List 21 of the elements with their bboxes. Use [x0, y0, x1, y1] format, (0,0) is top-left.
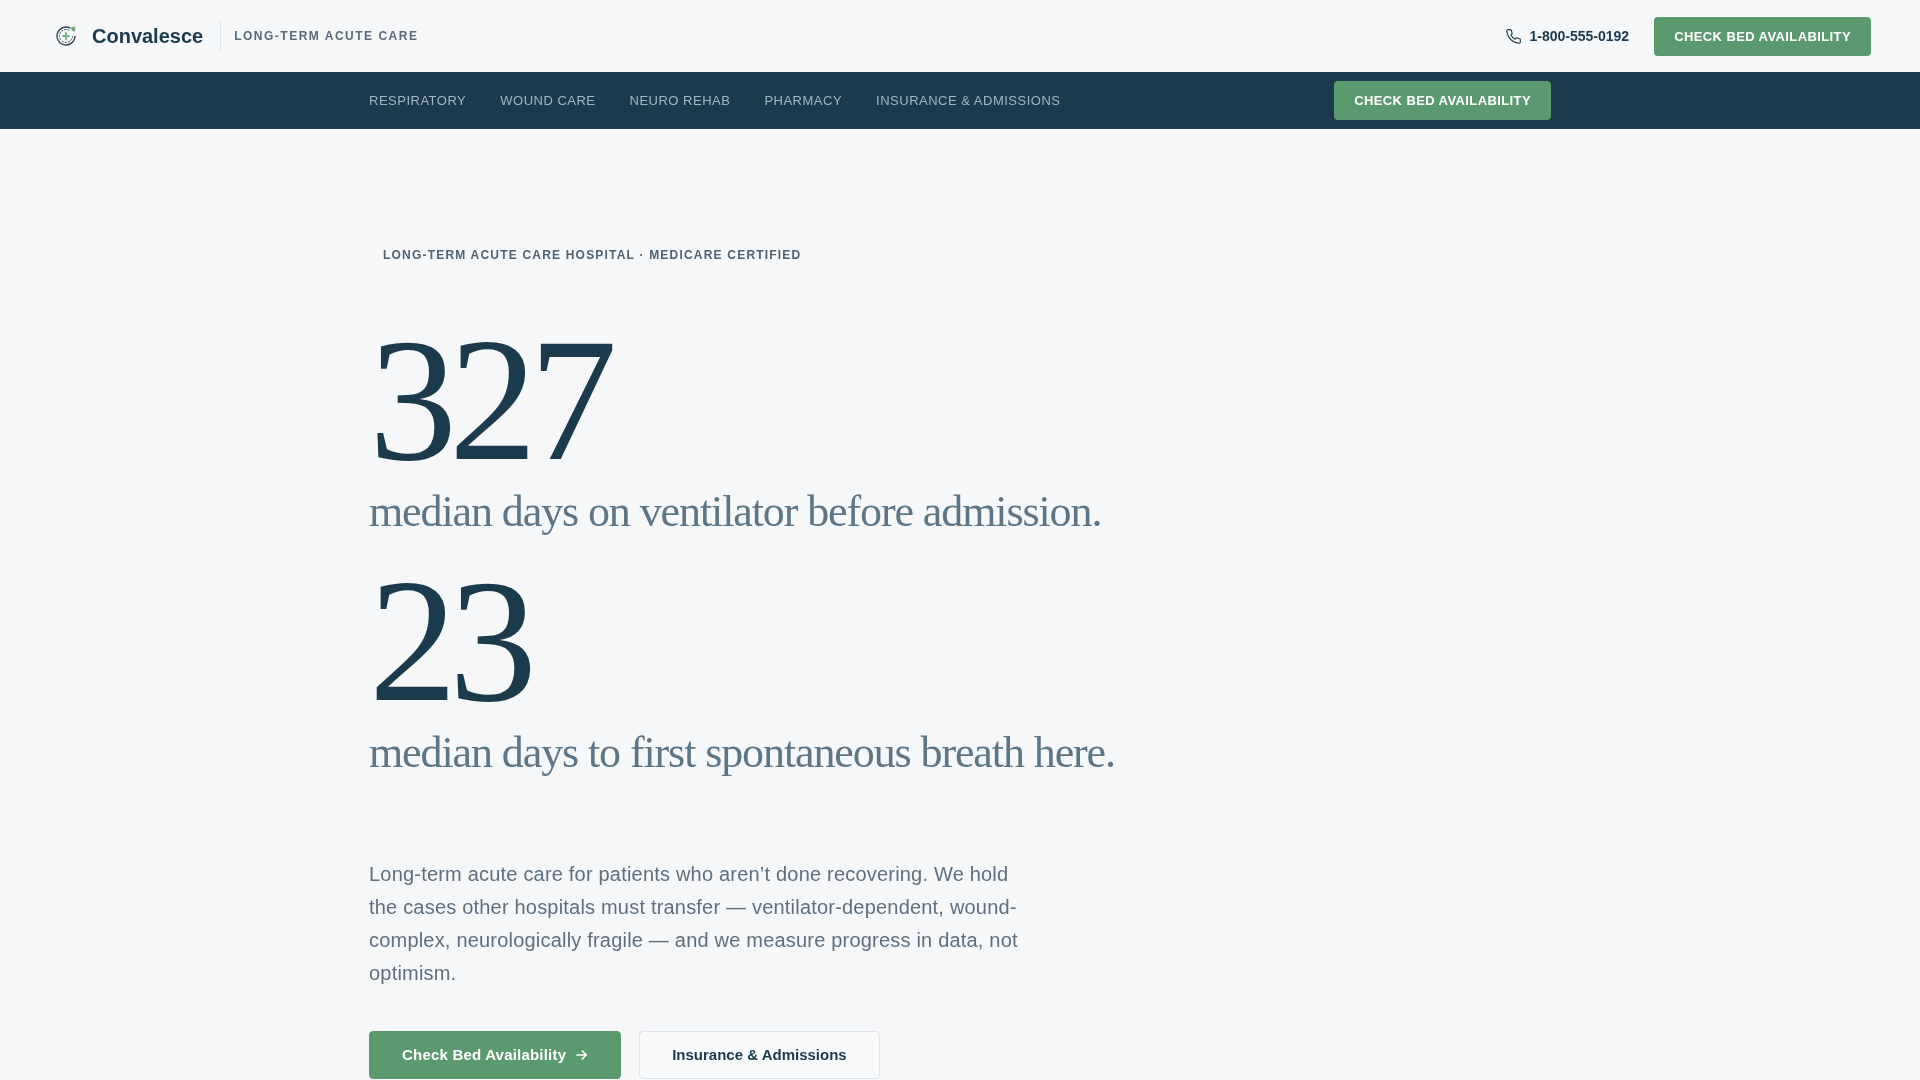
arrow-icon	[576, 1048, 589, 1061]
primary-button[interactable]: Check Bed Availability	[369, 1030, 622, 1079]
check-availability-button[interactable]: CHECK BED AVAILABILITY	[1334, 81, 1551, 120]
stat-number: 327	[369, 312, 611, 488]
nav-link[interactable]: NEURO REHAB	[629, 93, 731, 108]
nav-link[interactable]: RESPIRATORY	[369, 93, 467, 108]
nav-link[interactable]: WOUND CARE	[500, 93, 596, 108]
tagline-text: LONG-TERM ACUTE CARE	[234, 29, 419, 43]
stat-caption: median days to first spontaneous breath here.	[369, 726, 1115, 779]
stat-number: 23	[369, 552, 530, 729]
outline-button[interactable]: Insurance & Admissions	[639, 1030, 880, 1079]
brand-name: Convalesce	[92, 24, 204, 48]
phone-link[interactable]: 1-800-555-0192	[1505, 28, 1630, 44]
stat-caption: median days on ventilator before admission.	[369, 486, 1102, 538]
check-availability-button[interactable]: CHECK BED AVAILABILITY	[1654, 16, 1871, 56]
phone-icon	[1505, 28, 1521, 44]
hero-description: Long-term acute care for patients who aren’t done recovering. We hold the cases other hospitals must transfer — ventilator-dependent, wound-complex, neurologically fragile — and we measure progress in data, not optimism.	[369, 861, 1019, 986]
logo-icon	[56, 26, 76, 46]
nav-link[interactable]: PHARMACY	[764, 93, 843, 108]
eyebrow-text: LONG-TERM ACUTE CARE HOSPITAL · MEDICARE CERTIFIED	[383, 248, 802, 262]
nav-link[interactable]: INSURANCE & ADMISSIONS	[876, 93, 1061, 108]
